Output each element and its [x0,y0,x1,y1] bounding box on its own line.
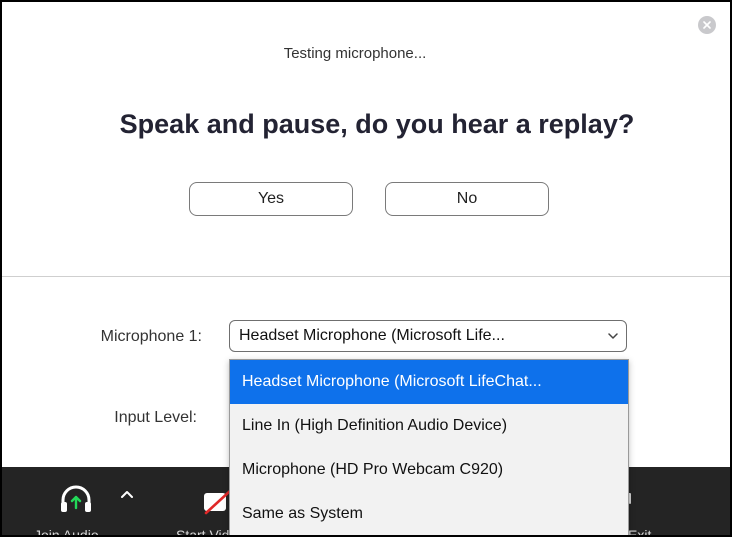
replay-question: Speak and pause, do you hear a replay? [119,109,635,139]
close-icon [703,21,711,29]
dropdown-option[interactable]: Headset Microphone (Microsoft LifeChat..… [230,360,628,404]
close-button[interactable] [698,16,716,34]
section-divider [2,276,730,277]
yes-button[interactable]: Yes [189,182,353,216]
dropdown-option[interactable]: Microphone (HD Pro Webcam C920) [230,448,628,492]
input-level-label: Input Level: [114,409,197,426]
join-audio-label: Join Audio [34,527,99,537]
caret-up-icon[interactable] [120,486,134,504]
chevron-down-icon [600,333,626,339]
microphone-select-value: Headset Microphone (Microsoft Life... [239,327,505,344]
dropdown-option[interactable]: Same as System [230,492,628,535]
microphone-select[interactable]: Headset Microphone (Microsoft Life... [229,320,627,352]
microphone-dropdown-list: Headset Microphone (Microsoft LifeChat..… [229,359,629,535]
status-text: Testing microphone... [283,45,427,62]
audio-test-dialog: Testing microphone... Speak and pause, d… [0,0,732,537]
microphone-label: Microphone 1: [100,328,202,345]
exit-label: Exit [628,527,652,537]
no-button[interactable]: No [385,182,549,216]
dropdown-option[interactable]: Line In (High Definition Audio Device) [230,404,628,448]
headphone-icon[interactable] [59,484,93,519]
